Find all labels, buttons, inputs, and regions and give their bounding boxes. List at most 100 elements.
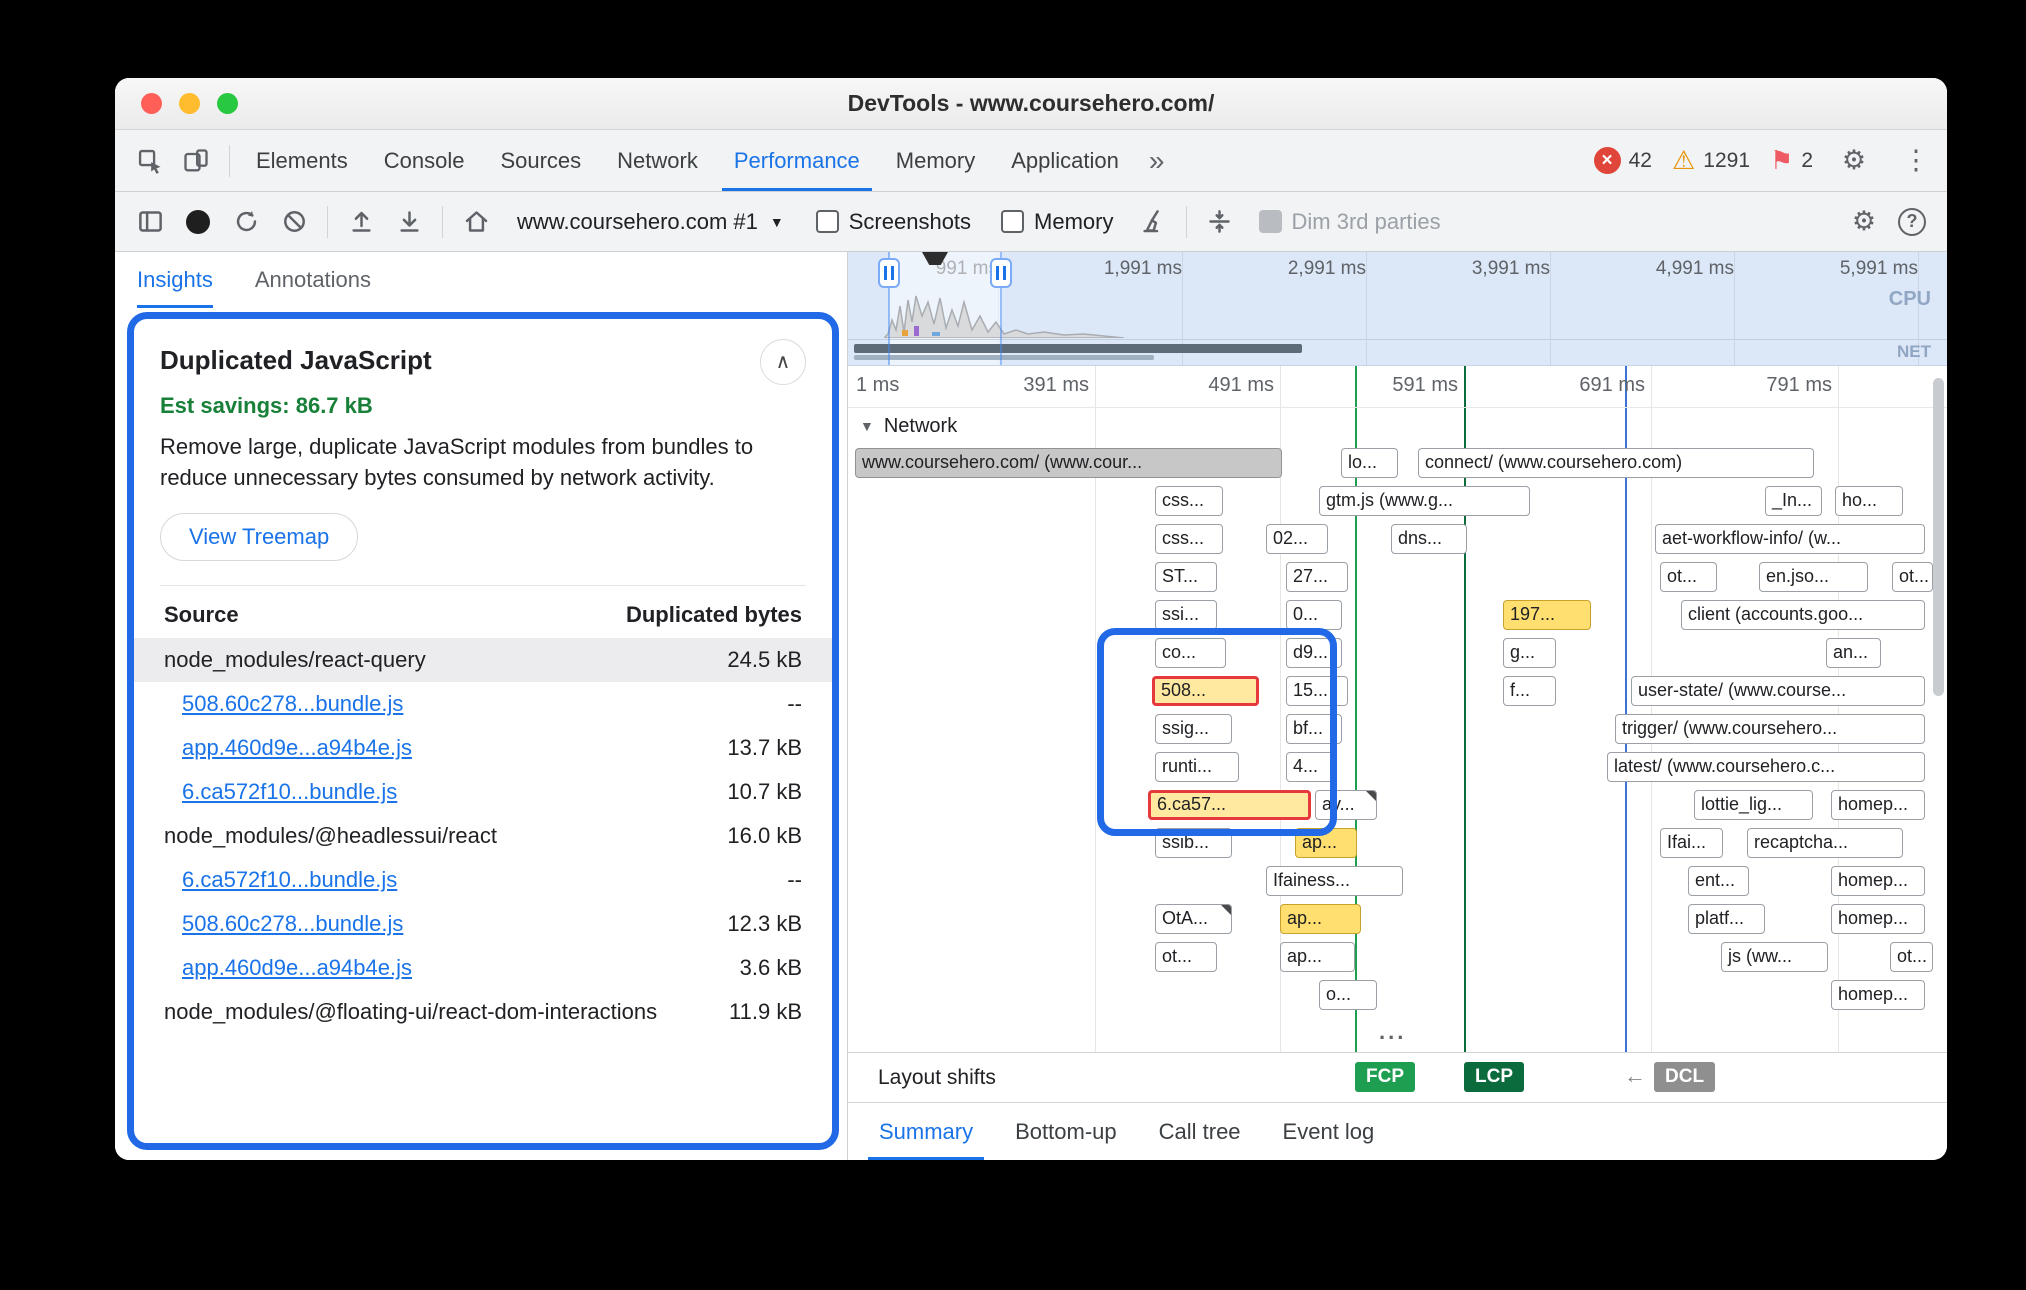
selection-handle-left[interactable]: [878, 258, 900, 288]
sidebar-tab-insights[interactable]: Insights: [137, 252, 213, 308]
source-file-link[interactable]: app.460d9e...a94b4e.js: [182, 955, 740, 981]
network-request-bar[interactable]: co...: [1155, 638, 1226, 668]
network-request-bar[interactable]: 197...: [1503, 600, 1591, 630]
settings-gear-icon[interactable]: ⚙: [1833, 140, 1875, 182]
network-request-bar[interactable]: ssib...: [1155, 828, 1232, 858]
target-selector[interactable]: www.coursehero.com #1 ▼: [501, 209, 800, 235]
network-request-bar[interactable]: ot...: [1660, 562, 1717, 592]
network-request-bar[interactable]: ent...: [1688, 866, 1749, 896]
network-request-bar[interactable]: f...: [1503, 676, 1556, 706]
checkbox-icon[interactable]: [1001, 210, 1024, 233]
drawer-tab-call-tree[interactable]: Call tree: [1138, 1103, 1262, 1160]
network-request-bar[interactable]: 15...: [1286, 676, 1348, 706]
network-request-bar[interactable]: dns...: [1391, 524, 1467, 554]
selection-handle-right[interactable]: [990, 258, 1012, 288]
network-request-bar[interactable]: ap...: [1280, 904, 1361, 934]
reload-and-record-button[interactable]: [223, 199, 269, 245]
home-icon[interactable]: [453, 199, 499, 245]
network-request-bar[interactable]: ot...: [1155, 942, 1217, 972]
network-request-bar[interactable]: user-state/ (www.course...: [1631, 676, 1925, 706]
clear-recording-icon[interactable]: [271, 199, 317, 245]
network-request-bar[interactable]: gtm.js (www.g...: [1319, 486, 1530, 516]
view-treemap-button[interactable]: View Treemap: [160, 513, 358, 561]
error-count-badge[interactable]: × 42: [1594, 147, 1652, 174]
flame-chart[interactable]: 1 ms 391 ms491 ms591 ms691 ms791 ms ▼ Ne…: [848, 366, 1947, 1052]
network-request-bar[interactable]: homep...: [1831, 866, 1925, 896]
drawer-tab-summary[interactable]: Summary: [858, 1103, 994, 1160]
network-request-bar[interactable]: o...: [1319, 980, 1377, 1010]
tab-sources[interactable]: Sources: [482, 130, 599, 191]
collect-garbage-icon[interactable]: [1130, 199, 1176, 245]
source-file-link[interactable]: 6.ca572f10...bundle.js: [182, 867, 787, 893]
network-request-bar[interactable]: 02...: [1266, 524, 1328, 554]
network-request-bar[interactable]: OtA...: [1155, 904, 1232, 934]
capture-settings-gear-icon[interactable]: ⚙: [1841, 199, 1887, 245]
network-request-bar[interactable]: 27...: [1286, 562, 1348, 592]
close-button[interactable]: [141, 93, 162, 114]
help-icon[interactable]: ?: [1889, 199, 1935, 245]
network-request-bar[interactable]: css...: [1155, 486, 1223, 516]
source-file-link[interactable]: 6.ca572f10...bundle.js: [182, 779, 727, 805]
network-request-bar[interactable]: _In...: [1765, 486, 1822, 516]
network-request-bar[interactable]: 6.ca57...: [1148, 790, 1311, 820]
network-request-bar[interactable]: bf...: [1286, 714, 1342, 744]
source-file-link[interactable]: 508.60c278...bundle.js: [182, 911, 727, 937]
disclosure-triangle-icon[interactable]: ▼: [860, 418, 874, 434]
dock-panel-icon[interactable]: [127, 199, 173, 245]
network-request-bar[interactable]: runti...: [1155, 752, 1239, 782]
network-request-bar[interactable]: homep...: [1831, 980, 1925, 1010]
collapse-insight-button[interactable]: ∧: [760, 339, 806, 385]
more-tabs-button[interactable]: »: [1137, 130, 1177, 191]
tab-performance[interactable]: Performance: [716, 130, 878, 191]
network-request-bar[interactable]: trigger/ (www.coursehero...: [1615, 714, 1925, 744]
network-request-bar[interactable]: ssi...: [1155, 600, 1217, 630]
network-request-bar[interactable]: 4...: [1286, 752, 1335, 782]
checkbox-icon[interactable]: [816, 210, 839, 233]
network-request-bar[interactable]: en.jso...: [1759, 562, 1868, 592]
network-request-bar[interactable]: homep...: [1831, 790, 1925, 820]
network-request-bar[interactable]: lo...: [1341, 448, 1398, 478]
network-request-bar[interactable]: www.coursehero.com/ (www.cour...: [855, 448, 1282, 478]
network-request-bar[interactable]: an...: [1826, 638, 1881, 668]
network-request-bar[interactable]: lottie_lig...: [1694, 790, 1813, 820]
checkbox-icon[interactable]: [1259, 210, 1282, 233]
timeline-overview[interactable]: 991 ms1,991 ms2,991 ms3,991 ms4,991 ms5,…: [848, 252, 1947, 366]
sidebar-tab-annotations[interactable]: Annotations: [255, 252, 371, 308]
network-request-bar[interactable]: client (accounts.goo...: [1681, 600, 1925, 630]
network-request-bar[interactable]: recaptcha...: [1747, 828, 1903, 858]
warning-count-badge[interactable]: ⚠ 1291: [1672, 145, 1750, 176]
upload-profile-icon[interactable]: [338, 199, 384, 245]
tab-network[interactable]: Network: [599, 130, 716, 191]
tab-elements[interactable]: Elements: [238, 130, 366, 191]
tab-console[interactable]: Console: [366, 130, 483, 191]
network-request-bar[interactable]: js (ww...: [1721, 942, 1828, 972]
drawer-tab-event-log[interactable]: Event log: [1262, 1103, 1396, 1160]
network-request-bar[interactable]: ap...: [1295, 828, 1357, 858]
tab-application[interactable]: Application: [993, 130, 1137, 191]
network-request-bar[interactable]: ST...: [1155, 562, 1217, 592]
zoom-button[interactable]: [217, 93, 238, 114]
drawer-tab-bottom-up[interactable]: Bottom-up: [994, 1103, 1138, 1160]
issues-count-badge[interactable]: ⚑ 2: [1770, 145, 1813, 176]
network-request-bar[interactable]: 508...: [1152, 676, 1259, 706]
network-request-bar[interactable]: latest/ (www.coursehero.c...: [1607, 752, 1925, 782]
dim-3rd-parties-checkbox[interactable]: Dim 3rd parties: [1245, 209, 1455, 235]
network-request-bar[interactable]: ot...: [1890, 942, 1933, 972]
network-track-header[interactable]: ▼ Network: [848, 408, 1947, 444]
tab-memory[interactable]: Memory: [878, 130, 993, 191]
device-toolbar-icon[interactable]: [175, 140, 217, 182]
network-request-bar[interactable]: aet-workflow-info/ (w...: [1655, 524, 1925, 554]
network-request-bar[interactable]: Ifai...: [1660, 828, 1723, 858]
network-request-bar[interactable]: ssig...: [1155, 714, 1232, 744]
inspect-element-icon[interactable]: [129, 140, 171, 182]
network-request-bar[interactable]: ap...: [1280, 942, 1355, 972]
network-request-bar[interactable]: Ifainess...: [1266, 866, 1403, 896]
record-button[interactable]: [175, 199, 221, 245]
network-request-bar[interactable]: platf...: [1688, 904, 1765, 934]
collapse-sections-icon[interactable]: [1197, 199, 1243, 245]
network-request-bar[interactable]: ay...: [1315, 790, 1377, 820]
memory-checkbox[interactable]: Memory: [987, 209, 1127, 235]
kebab-menu-icon[interactable]: ⋮: [1895, 140, 1937, 182]
network-request-bar[interactable]: 0...: [1286, 600, 1342, 630]
minimize-button[interactable]: [179, 93, 200, 114]
